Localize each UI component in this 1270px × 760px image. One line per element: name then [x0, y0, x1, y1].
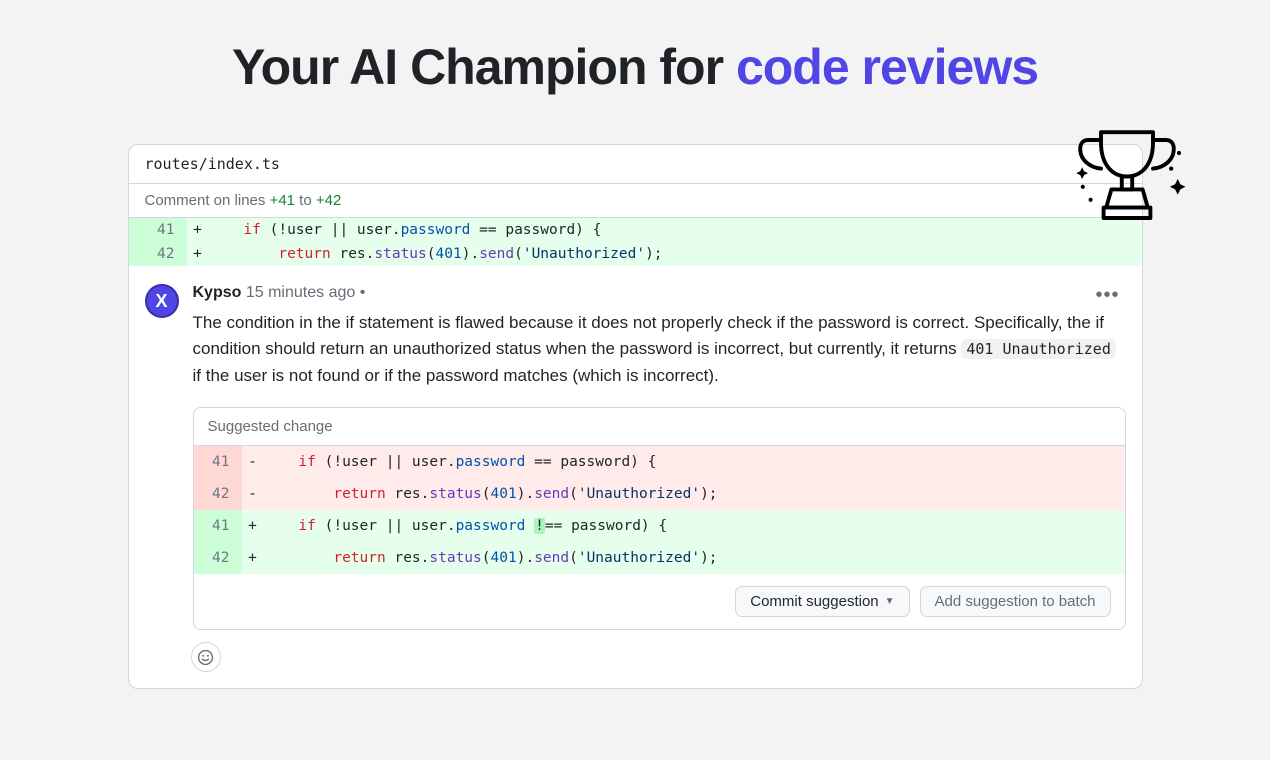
comment-author[interactable]: Kypso	[193, 284, 242, 301]
trophy-icon	[1062, 114, 1192, 244]
diff-sign: +	[242, 510, 264, 542]
suggest-header: Suggested change	[194, 408, 1125, 446]
comment-meta: Kypso 15 minutes ago •	[193, 284, 1126, 302]
reaction-row	[129, 630, 1142, 688]
comment-time: 15 minutes ago	[246, 284, 355, 301]
add-to-batch-button[interactable]: Add suggestion to batch	[920, 586, 1111, 617]
hero-accent: code reviews	[736, 39, 1038, 95]
review-card: routes/index.ts Comment on lines +41 to …	[128, 144, 1143, 689]
comment-line-range: Comment on lines +41 to +42	[129, 184, 1142, 218]
diff-sign: -	[242, 478, 264, 510]
inline-code: 401 Unauthorized	[961, 339, 1116, 359]
diff-line: 42- return res.status(401).send('Unautho…	[194, 478, 1125, 510]
review-comment: X ••• Kypso 15 minutes ago • The conditi…	[129, 266, 1142, 630]
add-reaction-button[interactable]	[191, 642, 221, 672]
diff-line: 41+ if (!user || user.password == passwo…	[129, 218, 1142, 242]
diff-sign: +	[242, 542, 264, 574]
chevron-down-icon: ▼	[885, 596, 895, 607]
suggest-diff: 41- if (!user || user.password == passwo…	[194, 446, 1125, 574]
hero-prefix: Your AI Champion for	[232, 39, 736, 95]
code-content: return res.status(401).send('Unauthorize…	[209, 242, 1142, 266]
code-content: return res.status(401).send('Unauthorize…	[264, 478, 1125, 510]
meta-dot: •	[360, 284, 366, 301]
smiley-icon	[197, 649, 214, 666]
diff-line: 42+ return res.status(401).send('Unautho…	[129, 242, 1142, 266]
avatar: X	[145, 284, 179, 318]
diff-line: 41- if (!user || user.password == passwo…	[194, 446, 1125, 478]
comment-text: The condition in the if statement is fla…	[193, 310, 1126, 389]
suggested-change: Suggested change 41- if (!user || user.p…	[193, 407, 1126, 630]
diff-line: 42+ return res.status(401).send('Unautho…	[194, 542, 1125, 574]
line-number: 41	[129, 218, 187, 242]
file-path: routes/index.ts	[129, 145, 1142, 184]
diff-sign: +	[187, 218, 209, 242]
diff-line: 41+ if (!user || user.password !== passw…	[194, 510, 1125, 542]
line-number: 42	[194, 542, 242, 574]
diff-context: 41+ if (!user || user.password == passwo…	[129, 218, 1142, 266]
code-content: if (!user || user.password == password) …	[209, 218, 1142, 242]
code-content: return res.status(401).send('Unauthorize…	[264, 542, 1125, 574]
code-content: if (!user || user.password !== password)…	[264, 510, 1125, 542]
code-content: if (!user || user.password == password) …	[264, 446, 1125, 478]
diff-sign: +	[187, 242, 209, 266]
diff-sign: -	[242, 446, 264, 478]
line-number: 42	[129, 242, 187, 266]
line-number: 41	[194, 510, 242, 542]
hero-title: Your AI Champion for code reviews	[0, 0, 1270, 96]
comment-menu-button[interactable]: •••	[1095, 284, 1119, 307]
line-number: 41	[194, 446, 242, 478]
line-number: 42	[194, 478, 242, 510]
commit-suggestion-button[interactable]: Commit suggestion ▼	[735, 586, 909, 617]
